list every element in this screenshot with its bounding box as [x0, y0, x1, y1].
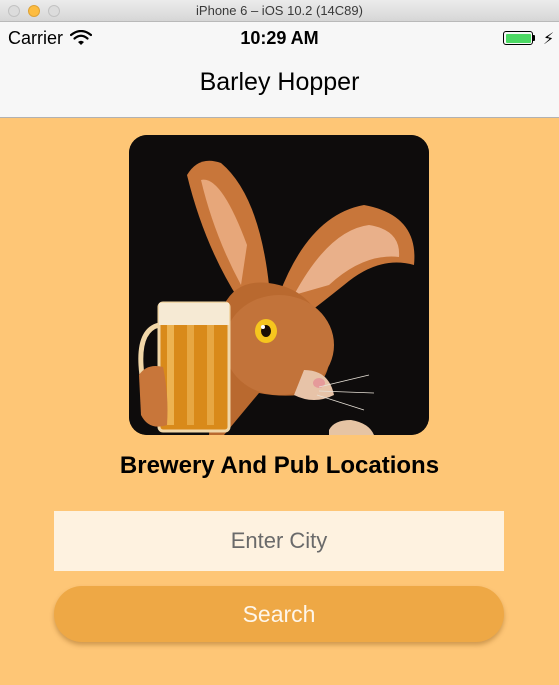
- section-heading: Brewery And Pub Locations: [119, 452, 440, 479]
- search-button[interactable]: Search: [54, 586, 504, 642]
- simulator-title-bar: iPhone 6 – iOS 10.2 (14C89): [0, 0, 559, 22]
- window-title: iPhone 6 – iOS 10.2 (14C89): [196, 3, 363, 18]
- status-bar: Carrier 10:29 AM ⚡︎: [0, 22, 559, 54]
- battery-icon: [503, 31, 537, 45]
- city-input[interactable]: [54, 511, 504, 571]
- charging-bolt-icon: ⚡︎: [543, 31, 555, 48]
- status-time: 10:29 AM: [240, 28, 319, 48]
- navigation-bar: Carrier 10:29 AM ⚡︎ Barley Hopper: [0, 22, 559, 118]
- page-title: Barley Hopper: [199, 68, 360, 96]
- rabbit-with-beer-image: [129, 135, 429, 435]
